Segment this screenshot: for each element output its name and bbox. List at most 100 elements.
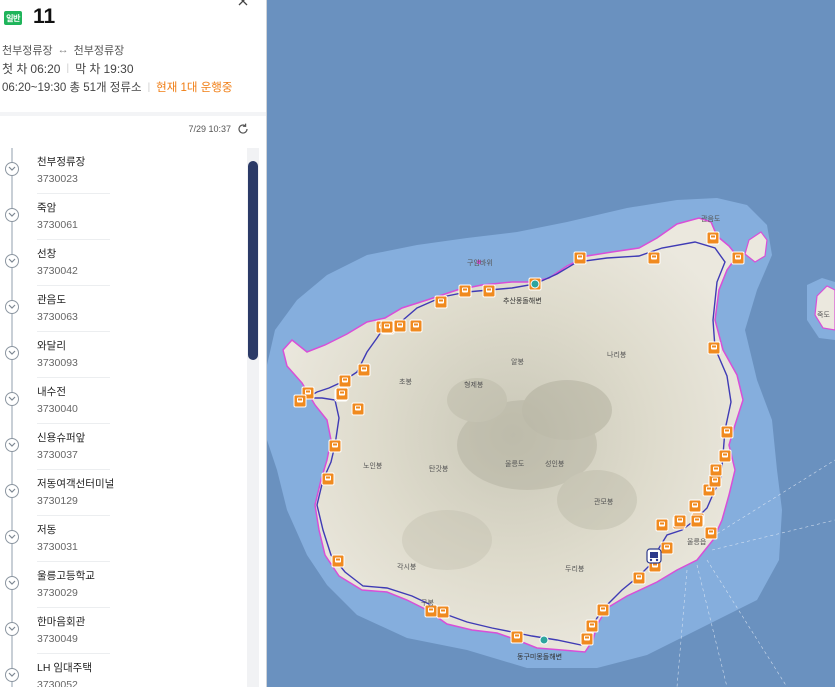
beach-icon[interactable] <box>539 635 549 645</box>
bus-stop-marker[interactable] <box>409 319 423 333</box>
stop-list: 천부정류장 3730023 죽암 3730061 선창 3730042 관음도 3730063… <box>0 148 246 687</box>
stop-item[interactable]: 죽암 3730061 <box>0 194 246 240</box>
bus-stop-marker[interactable] <box>655 518 669 532</box>
stop-item[interactable]: 내수전 3730040 <box>0 378 246 424</box>
bus-stop-marker[interactable] <box>585 619 599 633</box>
stop-id: 3730063 <box>37 311 78 323</box>
route-header: 일반 11 천부정류장 ↔ 천부정류장 첫 차 06:20 | 막 차 19:3… <box>0 0 266 112</box>
stop-id: 3730040 <box>37 403 78 415</box>
route-times: 첫 차 06:20 | 막 차 19:30 <box>2 60 134 77</box>
bus-stop-marker[interactable] <box>720 425 734 439</box>
map-label-chusan-beach: 추산몽돌해변 <box>503 298 542 305</box>
separator: | <box>66 63 70 74</box>
chevron-down-icon[interactable] <box>5 668 19 682</box>
bus-stop-marker[interactable] <box>647 251 661 265</box>
map-label-gubong: 구봉 <box>421 600 434 607</box>
bidirectional-arrow-icon: ↔ <box>57 44 69 56</box>
bus-stop-marker[interactable] <box>660 541 674 555</box>
stop-item[interactable]: 와달리 3730093 <box>0 332 246 378</box>
bus-stop-marker[interactable] <box>673 514 687 528</box>
bus-stop-marker[interactable] <box>351 402 365 416</box>
chevron-down-icon[interactable] <box>5 622 19 636</box>
bus-stop-marker[interactable] <box>357 363 371 377</box>
bus-stop-marker[interactable] <box>335 387 349 401</box>
bus-stop-marker[interactable] <box>707 341 721 355</box>
last-bus-time: 19:30 <box>103 61 134 76</box>
bus-stop-marker[interactable] <box>458 284 472 298</box>
chevron-down-icon[interactable] <box>5 484 19 498</box>
bus-stop-marker[interactable] <box>380 320 394 334</box>
stop-name: 저동 <box>37 524 57 536</box>
chevron-down-icon[interactable] <box>5 208 19 222</box>
beach-icon[interactable] <box>530 279 540 289</box>
bus-stop-marker[interactable] <box>731 251 745 265</box>
chevron-down-icon[interactable] <box>5 300 19 314</box>
stop-name: 저동여객선터미널 <box>37 478 115 490</box>
bus-stop-marker[interactable] <box>573 251 587 265</box>
map-label-gujimi: 구암바위 <box>467 260 493 267</box>
update-time: 7/29 10:37 <box>188 124 231 134</box>
stop-name: 한마음회관 <box>37 616 86 628</box>
bus-stop-marker[interactable] <box>709 463 723 477</box>
stop-item[interactable]: 저동여객선터미널 3730129 <box>0 470 246 516</box>
stop-item[interactable]: 천부정류장 3730023 <box>0 148 246 194</box>
bus-stop-marker[interactable] <box>708 474 722 488</box>
bus-stop-marker[interactable] <box>580 632 594 646</box>
close-icon <box>238 0 248 6</box>
stop-item[interactable]: 저동 3730031 <box>0 516 246 562</box>
stop-id: 3730052 <box>37 679 78 687</box>
bus-stop-marker[interactable] <box>632 571 646 585</box>
stop-id: 3730023 <box>37 173 78 185</box>
bus-stop-marker[interactable] <box>338 374 352 388</box>
map-label-albong: 알봉 <box>511 359 524 366</box>
bus-stop-marker[interactable] <box>328 439 342 453</box>
scrollbar-thumb[interactable] <box>248 161 258 360</box>
bus-stop-marker[interactable] <box>393 319 407 333</box>
stop-item[interactable]: 한마음회관 3730049 <box>0 608 246 654</box>
bus-stop-marker[interactable] <box>293 394 307 408</box>
stop-id: 3730029 <box>37 587 78 599</box>
bus-stop-marker[interactable] <box>596 603 610 617</box>
map-label-noinbong: 노인봉 <box>363 463 383 470</box>
bus-stop-marker[interactable] <box>704 526 718 540</box>
route-origin: 천부정류장 <box>2 45 53 57</box>
bus-stop-marker[interactable] <box>510 630 524 644</box>
map-label-hyeongjebong: 형제봉 <box>464 382 484 389</box>
bus-stop-marker[interactable] <box>482 284 496 298</box>
stop-id: 3730129 <box>37 495 78 507</box>
stop-id: 3730061 <box>37 219 78 231</box>
chevron-down-icon[interactable] <box>5 438 19 452</box>
last-bus-label: 막 차 <box>75 62 101 76</box>
stop-item[interactable]: LH 임대주택 3730052 <box>0 654 246 687</box>
chevron-down-icon[interactable] <box>5 530 19 544</box>
chevron-down-icon[interactable] <box>5 162 19 176</box>
map-canvas <box>267 198 835 687</box>
bus-stop-marker[interactable] <box>321 472 335 486</box>
chevron-down-icon[interactable] <box>5 392 19 406</box>
bus-stop-marker[interactable] <box>331 554 345 568</box>
route-number: 11 <box>33 5 56 28</box>
route-summary: 06:20~19:30 총 51개 정류소 | 현재 1대 운행중 <box>2 79 232 95</box>
map-label-durabong: 두리봉 <box>565 566 585 573</box>
bus-stop-marker[interactable] <box>706 231 720 245</box>
bus-stop-marker[interactable] <box>718 449 732 463</box>
stop-item[interactable]: 신용슈퍼앞 3730037 <box>0 424 246 470</box>
map-label-narabong: 나리봉 <box>607 352 627 359</box>
bus-stop-marker[interactable] <box>690 514 704 528</box>
refresh-icon[interactable] <box>237 123 249 135</box>
chevron-down-icon[interactable] <box>5 346 19 360</box>
bus-stop-marker[interactable] <box>688 499 702 513</box>
chevron-down-icon[interactable] <box>5 254 19 268</box>
close-button[interactable] <box>236 0 250 8</box>
stop-item[interactable]: 울릉고등학교 3730029 <box>0 562 246 608</box>
chevron-down-icon[interactable] <box>5 576 19 590</box>
route-summary-text: 06:20~19:30 총 51개 정류소 <box>2 82 142 94</box>
stop-item[interactable]: 선창 3730042 <box>0 240 246 286</box>
live-bus-marker[interactable] <box>646 548 662 564</box>
map-view[interactable]: 구암바위 추산몽돌해변 알봉 나리봉 초봉 형제봉 노인봉 탄갓봉 울릉도 성인… <box>267 0 835 687</box>
bus-stop-marker[interactable] <box>434 295 448 309</box>
map-label-jukdo: 죽도 <box>817 312 830 319</box>
stop-item[interactable]: 관음도 3730063 <box>0 286 246 332</box>
bus-stop-marker[interactable] <box>436 605 450 619</box>
route-endpoints: 천부정류장 ↔ 천부정류장 <box>2 42 124 58</box>
